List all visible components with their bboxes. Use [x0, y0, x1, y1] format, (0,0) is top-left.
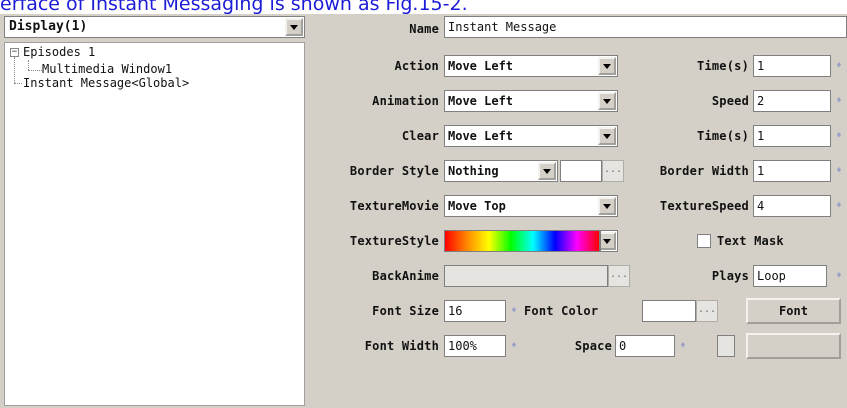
- small-field[interactable]: [717, 335, 735, 357]
- spin-icon[interactable]: ♦: [831, 91, 847, 111]
- episode-tree[interactable]: − Episodes 1 Multimedia Window1 Instant …: [4, 42, 305, 406]
- space-input[interactable]: 0: [615, 335, 675, 357]
- name-input[interactable]: Instant Message: [444, 16, 847, 38]
- chevron-down-icon[interactable]: [598, 127, 616, 145]
- chevron-down-icon[interactable]: [538, 162, 556, 180]
- texture-movie-select-value: Move Top: [448, 199, 506, 213]
- texture-speed-label: TextureSpeed: [659, 199, 749, 213]
- font-button[interactable]: Font: [746, 298, 841, 324]
- action-select[interactable]: Move Left: [444, 55, 618, 77]
- tree-item-episodes[interactable]: Episodes 1: [23, 45, 95, 59]
- border-color-picker-button[interactable]: ...: [602, 160, 624, 182]
- back-anime-browse-button[interactable]: ...: [608, 265, 630, 287]
- display-dropdown-value: Display(1): [9, 19, 88, 34]
- border-color-swatch[interactable]: [560, 160, 602, 182]
- tree-line: [14, 83, 22, 84]
- action-label: Action: [394, 59, 439, 73]
- back-anime-input[interactable]: [444, 265, 608, 287]
- border-style-label: Border Style: [349, 164, 439, 178]
- chevron-down-icon[interactable]: [285, 18, 303, 36]
- spin-icon[interactable]: ♦: [831, 266, 847, 286]
- border-style-select-value: Nothing: [448, 164, 499, 178]
- texture-style-label: TextureStyle: [349, 234, 439, 248]
- tree-line: [14, 57, 15, 83]
- font-color-swatch[interactable]: [642, 300, 696, 322]
- spin-icon[interactable]: ♦: [831, 161, 847, 181]
- chevron-down-icon[interactable]: [601, 232, 616, 250]
- spin-icon[interactable]: ♦: [831, 56, 847, 76]
- font-color-label: Font Color: [524, 304, 599, 318]
- texture-speed-input[interactable]: 4: [753, 195, 831, 217]
- border-width-input[interactable]: 1: [753, 160, 831, 182]
- time-label: Time(s): [697, 59, 749, 73]
- animation-select[interactable]: Move Left: [444, 90, 618, 112]
- font-color-picker-button[interactable]: ...: [696, 300, 718, 322]
- border-style-select[interactable]: Nothing: [444, 160, 558, 182]
- name-label: Name: [409, 22, 439, 36]
- chevron-down-icon[interactable]: [598, 197, 616, 215]
- tree-line: [28, 60, 29, 70]
- spin-icon[interactable]: ♦: [506, 336, 522, 356]
- dialog-window: Display(1) − Episodes 1 Multimedia Windo…: [0, 14, 847, 408]
- speed-input[interactable]: 2: [753, 90, 831, 112]
- back-anime-label: BackAnime: [372, 269, 439, 283]
- blank-button[interactable]: [746, 333, 841, 359]
- display-dropdown[interactable]: Display(1): [4, 16, 305, 38]
- texture-style-select[interactable]: [600, 230, 618, 252]
- font-size-input[interactable]: 16: [444, 300, 506, 322]
- texture-movie-select[interactable]: Move Top: [444, 195, 618, 217]
- action-select-value: Move Left: [448, 59, 514, 73]
- clear-select[interactable]: Move Left: [444, 125, 618, 147]
- clear-label: Clear: [401, 129, 439, 143]
- texture-movie-label: TextureMovie: [349, 199, 439, 213]
- text-mask-label: Text Mask: [717, 234, 784, 248]
- clear-select-value: Move Left: [448, 129, 514, 143]
- clear-time-input[interactable]: 1: [753, 125, 831, 147]
- space-label: Space: [574, 339, 612, 353]
- left-pane: Display(1) − Episodes 1 Multimedia Windo…: [4, 16, 309, 406]
- properties-pane: Name Instant Message Action Move Left Ti…: [312, 14, 847, 408]
- plays-label: Plays: [711, 269, 749, 283]
- action-time-input[interactable]: 1: [753, 55, 831, 77]
- figure-caption: erface of Instant Messaging is shown as …: [0, 0, 468, 15]
- collapse-icon[interactable]: −: [10, 48, 19, 57]
- spin-icon[interactable]: ♦: [675, 336, 691, 356]
- font-size-label: Font Size: [372, 304, 439, 318]
- font-width-input[interactable]: 100%: [444, 335, 506, 357]
- tree-line: [28, 70, 42, 71]
- text-mask-checkbox[interactable]: [697, 234, 711, 248]
- speed-label: Speed: [711, 94, 749, 108]
- chevron-down-icon[interactable]: [598, 57, 616, 75]
- tree-item-instant-message[interactable]: Instant Message<Global>: [23, 76, 189, 90]
- plays-input[interactable]: Loop: [753, 265, 827, 287]
- spin-icon[interactable]: ♦: [506, 301, 522, 321]
- spin-icon[interactable]: ♦: [831, 196, 847, 216]
- tree-item-multimedia-window[interactable]: Multimedia Window1: [42, 62, 172, 76]
- texture-style-gradient[interactable]: [444, 230, 600, 252]
- chevron-down-icon[interactable]: [598, 92, 616, 110]
- animation-label: Animation: [372, 94, 439, 108]
- font-width-label: Font Width: [364, 339, 439, 353]
- spin-icon[interactable]: ♦: [831, 126, 847, 146]
- border-width-label: Border Width: [659, 164, 749, 178]
- animation-select-value: Move Left: [448, 94, 514, 108]
- clear-time-label: Time(s): [697, 129, 749, 143]
